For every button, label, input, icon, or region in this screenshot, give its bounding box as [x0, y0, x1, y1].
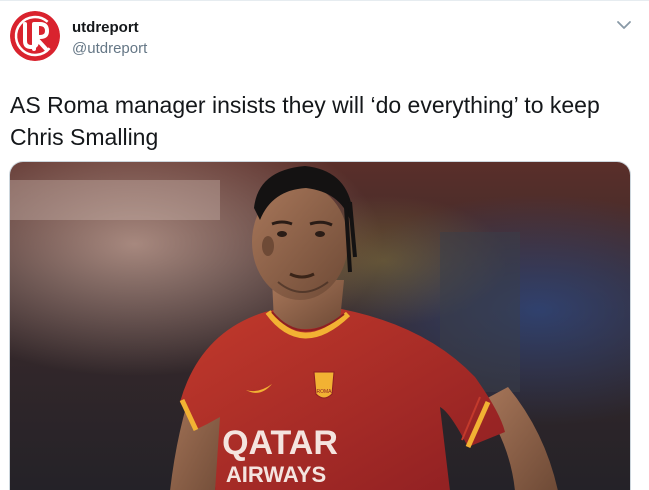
tweet-text: AS Roma manager insists they will ‘do ev…	[10, 92, 600, 150]
chevron-down-icon[interactable]	[614, 15, 634, 35]
sponsor-line-1: QATAR	[222, 424, 338, 462]
sponsor-line-2: AIRWAYS	[226, 462, 326, 487]
utdreport-logo-icon	[10, 11, 60, 61]
tweet-card: utdreport @utdreport AS Roma manager ins…	[0, 0, 649, 490]
tweet-photo[interactable]: ROMA QATAR AIRWAYS	[9, 161, 631, 490]
player-photo: ROMA QATAR AIRWAYS	[10, 162, 630, 490]
author-name[interactable]: utdreport	[72, 19, 139, 36]
author-handle[interactable]: @utdreport	[72, 40, 147, 57]
crest-text: ROMA	[317, 389, 333, 395]
avatar[interactable]	[10, 11, 60, 61]
